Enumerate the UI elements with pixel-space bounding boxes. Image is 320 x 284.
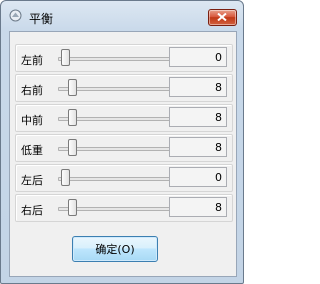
slider-label: 左前 [21,54,43,67]
ok-button[interactable]: 确定(O) [72,236,158,262]
window-title: 平衡 [29,12,54,26]
slider-label: 低重 [21,144,43,157]
slider-thumb[interactable] [68,139,78,156]
slider-track[interactable] [58,57,170,61]
slider-track[interactable] [58,177,170,181]
slider-label: 右前 [21,84,43,97]
slider-thumb[interactable] [61,169,70,186]
app-icon [9,9,22,22]
slider-value-field[interactable]: 8 [169,77,227,97]
slider-row-bass: 低重 8 [15,134,233,162]
close-button[interactable] [208,9,237,26]
client-area: 左前 0 右前 8 中前 8 低重 8 左后 0 右后 8 确定(O) [9,31,237,277]
slider-row-center-front: 中前 8 [15,104,233,132]
slider-row-right-front: 右前 8 [15,74,233,102]
slider-thumb[interactable] [68,199,78,216]
slider-value-field[interactable]: 8 [169,197,227,217]
slider-value-field[interactable]: 8 [169,107,227,127]
slider-row-left-front: 左前 0 [15,44,233,72]
slider-label: 左后 [21,174,43,187]
slider-label: 右后 [21,204,43,217]
slider-value-field[interactable]: 8 [169,137,227,157]
slider-row-left-rear: 左后 0 [15,164,233,192]
slider-thumb[interactable] [68,79,78,96]
slider-thumb[interactable] [61,49,70,66]
close-icon [217,13,227,21]
slider-thumb[interactable] [68,109,78,126]
title-bar[interactable]: 平衡 [1,1,243,29]
slider-value-field[interactable]: 0 [169,47,227,67]
slider-row-right-rear: 右后 8 [15,194,233,222]
slider-label: 中前 [21,114,43,127]
balance-dialog: 平衡 左前 0 右前 8 中前 8 低重 8 左后 0 右后 8 确定(O) [0,0,244,284]
slider-value-field[interactable]: 0 [169,167,227,187]
